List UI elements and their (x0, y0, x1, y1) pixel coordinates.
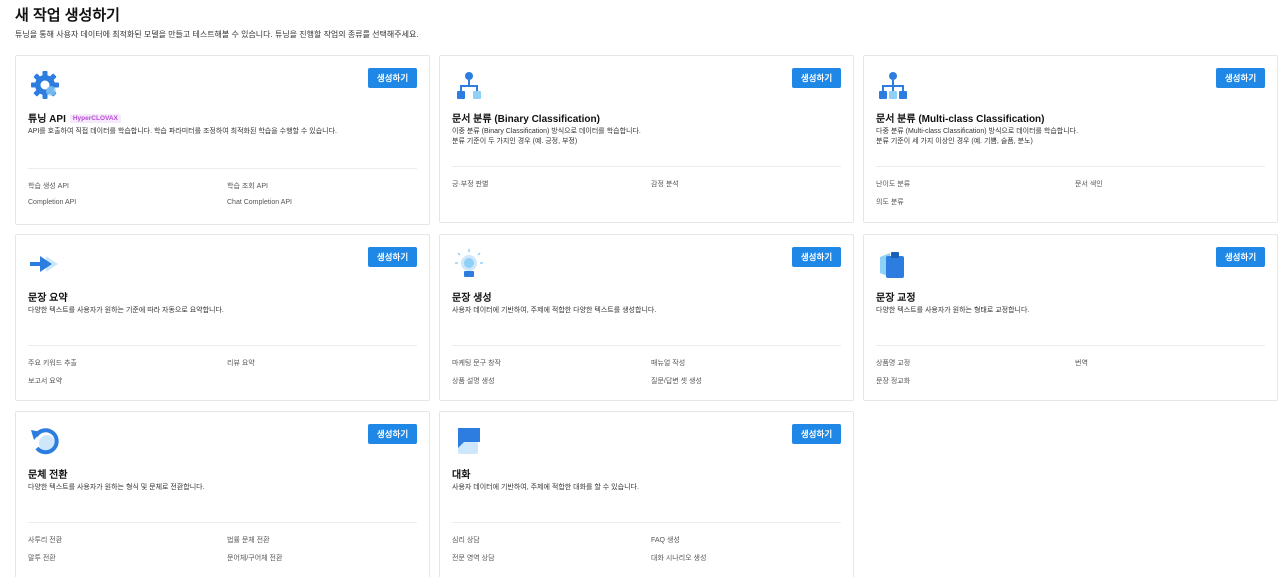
tag-item: 문서 색인 (1075, 181, 1103, 188)
create-button[interactable]: 생성하기 (792, 424, 841, 444)
arrow-right-icon (28, 247, 62, 281)
card-description: 다양한 텍스트를 사용자가 원하는 기준에 따라 자동으로 요약합니다. (28, 307, 224, 314)
tag-item: 상품명 교정 (876, 360, 911, 367)
page-description: 튜닝을 통해 사용자 데이터에 최적화된 모델을 만들고 테스트해볼 수 있습니… (15, 30, 419, 39)
card-binary-classification: 생성하기 문서 분류 (Binary Classification) 이중 분류… (439, 55, 854, 223)
tag-item: 상품 설명 생성 (452, 378, 495, 385)
card-tuning-api: 생성하기 튜닝 API HyperCLOVAX API를 호출하여 직접 데이터를… (15, 55, 430, 225)
card-title: 문서 분류 (Multi-class Classification) (876, 114, 1045, 125)
divider (28, 345, 417, 346)
tag-item: 난이도 분류 (876, 181, 911, 188)
tag-item: 사투리 전환 (28, 537, 63, 544)
card-correction: 생성하기 문장 교정 다양한 텍스트를 사용자가 원하는 형태로 교정합니다. … (863, 234, 1278, 401)
tag-item: 말투 전환 (28, 555, 56, 562)
divider (876, 345, 1265, 346)
tag-item: 학습 생성 API (28, 183, 69, 190)
divider (452, 345, 841, 346)
clipboard-icon (876, 247, 910, 281)
binary-tree-icon (452, 68, 486, 102)
divider (876, 166, 1265, 167)
refresh-icon (28, 424, 62, 458)
tag-item: 대화 시나리오 생성 (651, 555, 707, 562)
lightbulb-icon (452, 247, 486, 281)
divider (452, 522, 841, 523)
tag-item: 법률 문체 전환 (227, 537, 270, 544)
create-button[interactable]: 생성하기 (368, 424, 417, 444)
tag-item: 학습 조회 API (227, 183, 268, 190)
tag-item: 매뉴얼 작성 (651, 360, 686, 367)
card-title: 문서 분류 (Binary Classification) (452, 114, 600, 125)
tag-item: 심리 상담 (452, 537, 480, 544)
create-button[interactable]: 생성하기 (1216, 247, 1265, 267)
tag-item: 보고서 요약 (28, 378, 63, 385)
hyperclovax-badge: HyperCLOVAX (69, 113, 121, 123)
card-description-line: 다중 분류 (Multi-class Classification) 방식으로 … (876, 128, 1079, 135)
card-conversation: 생성하기 대화 사용자 데이터에 기반하여, 주제에 적합한 대화를 할 수 있… (439, 411, 854, 577)
tag-item: Chat Completion API (227, 199, 292, 206)
tag-item: 전문 영역 상담 (452, 555, 495, 562)
card-title: 문체 전환 (28, 470, 68, 481)
tag-item: 마케팅 문구 창작 (452, 360, 501, 367)
tag-item: 주요 키워드 추출 (28, 360, 77, 367)
multi-tree-icon (876, 68, 910, 102)
tag-item: 리뷰 요약 (227, 360, 255, 367)
card-generation: 생성하기 문장 생성 사용자 데이터에 기반하여, 주제에 적합한 다양한 텍스… (439, 234, 854, 401)
create-button[interactable]: 생성하기 (792, 247, 841, 267)
tag-item: 의도 분류 (876, 199, 904, 206)
card-description: 다양한 텍스트를 사용자가 원하는 형식 및 문체로 전환합니다. (28, 484, 205, 491)
tag-item: 긍·부정 판별 (452, 181, 489, 188)
tag-item: 감정 분석 (651, 181, 679, 188)
card-description: 사용자 데이터에 기반하여, 주제에 적합한 대화를 할 수 있습니다. (452, 484, 639, 491)
card-title: 튜닝 API HyperCLOVAX (28, 110, 121, 125)
tag-item: 번역 (1075, 360, 1088, 367)
card-description-line: 이중 분류 (Binary Classification) 방식으로 데이터를 … (452, 128, 641, 135)
tag-item: 문장 정교화 (876, 378, 911, 385)
tag-item: Completion API (28, 199, 77, 206)
card-description: 사용자 데이터에 기반하여, 주제에 적합한 다양한 텍스트를 생성합니다. (452, 307, 657, 314)
tag-item: FAQ 생성 (651, 537, 680, 544)
create-button[interactable]: 생성하기 (368, 247, 417, 267)
tag-item: 문어체/구어체 전환 (227, 555, 283, 562)
card-title: 문장 교정 (876, 293, 916, 304)
card-title: 문장 생성 (452, 293, 492, 304)
tag-item: 질문/답변 셋 생성 (651, 378, 702, 385)
create-button[interactable]: 생성하기 (792, 68, 841, 88)
card-description: API를 호출하여 직접 데이터를 학습합니다. 학습 파라미터를 조정하여 최… (28, 128, 337, 135)
gear-icon (28, 68, 62, 102)
divider (28, 168, 417, 169)
divider (452, 166, 841, 167)
card-description: 다양한 텍스트를 사용자가 원하는 형태로 교정합니다. (876, 307, 1030, 314)
card-description-line: 분류 기준이 세 가지 이상인 경우 (예. 기쁨, 슬픔, 분노) (876, 138, 1033, 145)
divider (28, 522, 417, 523)
card-summarization: 생성하기 문장 요약 다양한 텍스트를 사용자가 원하는 기준에 따라 자동으로… (15, 234, 430, 401)
card-title: 대화 (452, 470, 471, 481)
card-style-transfer: 생성하기 문체 전환 다양한 텍스트를 사용자가 원하는 형식 및 문체로 전환… (15, 411, 430, 577)
card-description: 이중 분류 (Binary Classification) 방식으로 데이터를 … (452, 127, 641, 147)
card-description-line: 분류 기준이 두 가지인 경우 (예. 긍정, 부정) (452, 138, 578, 145)
create-button[interactable]: 생성하기 (368, 68, 417, 88)
card-title-text: 튜닝 API (28, 114, 66, 125)
card-multiclass-classification: 생성하기 문서 분류 (Multi-class Classification) … (863, 55, 1278, 223)
card-description: 다중 분류 (Multi-class Classification) 방식으로 … (876, 127, 1078, 147)
create-button[interactable]: 생성하기 (1216, 68, 1265, 88)
page-title: 새 작업 생성하기 (15, 7, 120, 24)
card-title: 문장 요약 (28, 293, 68, 304)
chat-icon (452, 424, 486, 458)
